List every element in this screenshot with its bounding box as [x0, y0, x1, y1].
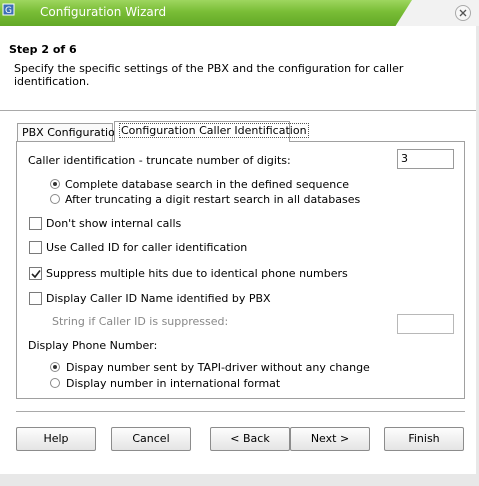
tab-pbx-configuration[interactable]: PBX Configuration: [17, 123, 122, 141]
dont-show-internal-calls-label: Don't show internal calls: [46, 217, 182, 230]
caller-identification-panel: Caller identification - truncate number …: [16, 141, 465, 399]
radio-selected-dot: [53, 182, 57, 186]
checkmark-icon: [31, 270, 41, 279]
dont-show-internal-calls-checkbox[interactable]: [29, 217, 42, 230]
display-caller-id-name-checkbox[interactable]: [29, 292, 42, 305]
cancel-button[interactable]: Cancel: [111, 427, 191, 451]
window-bottom-edge: [0, 474, 479, 486]
title-bar: G Configuration Wizard: [0, 0, 479, 26]
back-button[interactable]: < Back: [210, 427, 290, 451]
complete-search-label: Complete database search in the defined …: [65, 178, 350, 191]
close-icon: [459, 9, 467, 17]
close-button[interactable]: [455, 5, 471, 21]
radio-selected-dot: [53, 365, 57, 369]
restart-search-label: After truncating a digit restart search …: [65, 193, 361, 206]
tab-label: Configuration Caller Identification: [119, 123, 309, 138]
next-button[interactable]: Next >: [290, 427, 370, 451]
complete-search-radio[interactable]: [50, 179, 60, 189]
suppress-multiple-hits-label: Suppress multiple hits due to identical …: [46, 267, 348, 280]
suppressed-string-input[interactable]: [397, 314, 454, 334]
step-title: Step 2 of 6: [9, 43, 77, 56]
use-called-id-checkbox[interactable]: [29, 241, 42, 254]
restart-search-radio[interactable]: [50, 194, 60, 204]
step-description: Specify the specific settings of the PBX…: [14, 62, 404, 88]
display-tapi-number-radio[interactable]: [50, 362, 60, 372]
truncate-digits-input[interactable]: 3: [397, 149, 454, 169]
app-icon: G: [2, 3, 15, 16]
tab-label: PBX Configuration: [22, 126, 122, 139]
truncate-digits-label: Caller identification - truncate number …: [28, 154, 291, 167]
header-divider-highlight: [0, 111, 479, 112]
wizard-header: Step 2 of 6 Specify the specific setting…: [0, 26, 479, 110]
tab-configuration-caller-identification[interactable]: Configuration Caller Identification: [114, 121, 309, 142]
help-button[interactable]: Help: [16, 427, 96, 451]
display-phone-heading: Display Phone Number:: [28, 339, 158, 352]
display-international-radio[interactable]: [50, 378, 60, 388]
display-caller-id-name-label: Display Caller ID Name identified by PBX: [46, 292, 271, 305]
svg-text:G: G: [5, 6, 12, 16]
suppress-multiple-hits-checkbox[interactable]: [29, 267, 42, 280]
finish-button[interactable]: Finish: [384, 427, 464, 451]
suppressed-string-label: String if Caller ID is suppressed:: [52, 315, 229, 328]
display-tapi-number-label: Dispay number sent by TAPI-driver withou…: [66, 361, 370, 374]
window-title: Configuration Wizard: [40, 5, 167, 19]
footer-divider-highlight: [16, 412, 465, 413]
use-called-id-label: Use Called ID for caller identification: [46, 241, 248, 254]
display-international-label: Display number in international format: [66, 377, 281, 390]
